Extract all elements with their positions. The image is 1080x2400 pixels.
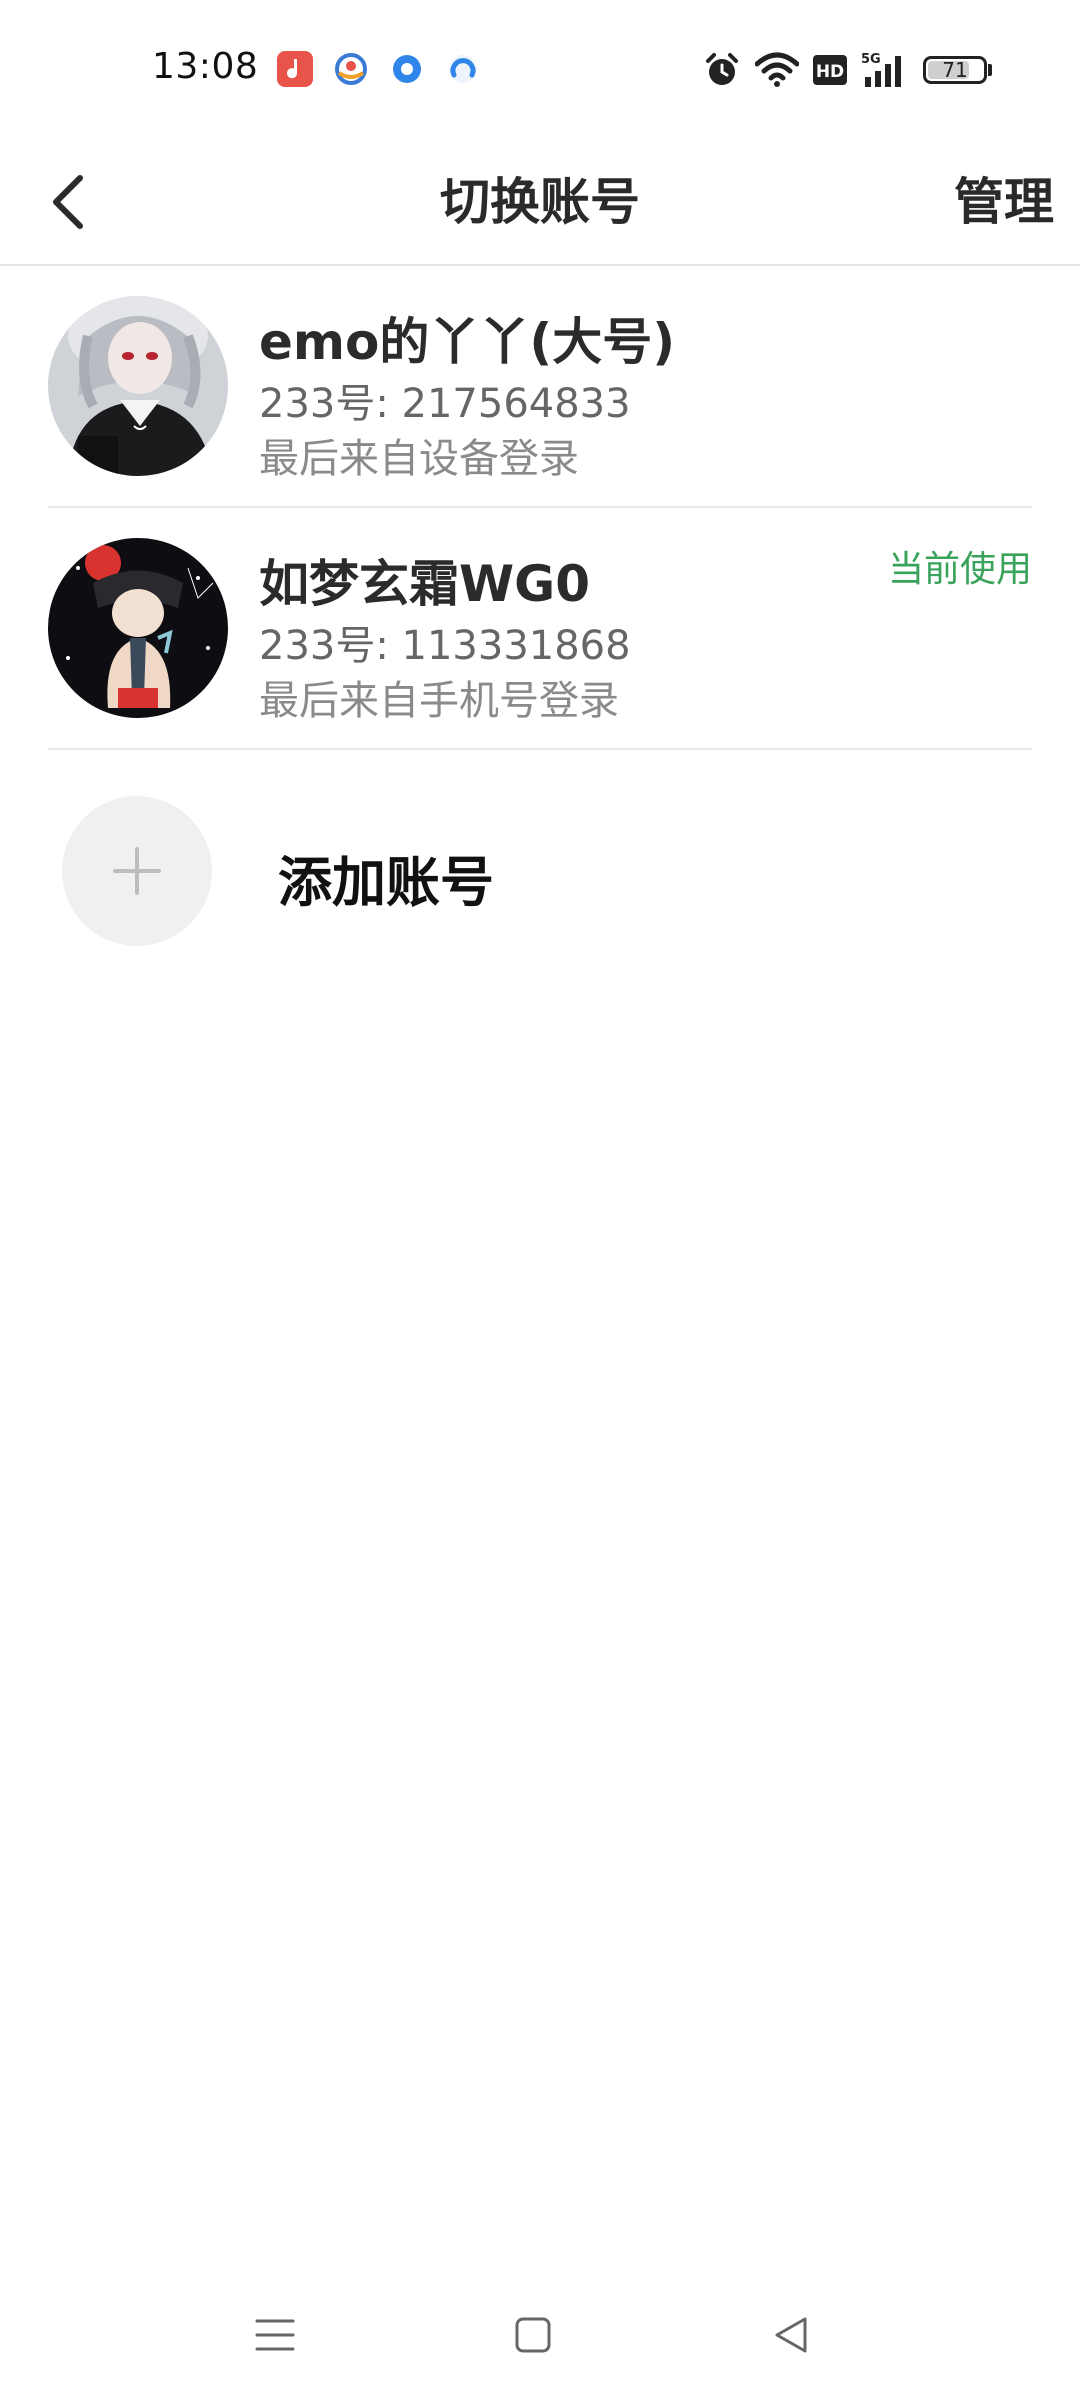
add-account-button[interactable]: 添加账号 — [48, 782, 1032, 962]
status-time: 13:08 — [152, 46, 259, 87]
manage-button[interactable]: 管理 — [954, 158, 1054, 246]
battery-icon: 71 — [923, 50, 992, 90]
browser-app-icon — [332, 50, 370, 88]
home-icon[interactable] — [498, 2300, 568, 2370]
account-id: 233号: 113331868 — [259, 623, 631, 669]
account-login-source: 最后来自设备登录 — [259, 436, 579, 482]
blue-dot-app-icon — [388, 50, 426, 88]
add-account-label: 添加账号 — [278, 851, 494, 914]
account-name: 如梦玄霜WG0 — [259, 555, 590, 613]
account-id: 233号: 217564833 — [259, 381, 631, 427]
avatar — [48, 296, 228, 476]
qq-browser-app-icon — [444, 50, 482, 88]
notification-icons — [276, 50, 482, 88]
account-item[interactable]: emo的丫丫(大号) 233号: 217564833 最后来自设备登录 — [48, 266, 1032, 508]
wifi-icon — [755, 50, 799, 90]
status-bar: 13:08 HD 5G 71 — [0, 0, 1080, 140]
switch-account-screen: 13:08 HD 5G 71 切换账号 管理 emo的丫丫(大号) 233号: … — [0, 0, 1080, 2400]
account-list: emo的丫丫(大号) 233号: 217564833 最后来自设备登录 如梦玄霜… — [0, 266, 1080, 750]
account-name: emo的丫丫(大号) — [259, 313, 676, 371]
header-bar: 切换账号 管理 — [0, 140, 1080, 266]
system-nav-bar — [0, 2270, 1080, 2400]
alarm-icon — [703, 50, 741, 90]
avatar — [48, 538, 228, 718]
current-account-badge: 当前使用 — [887, 549, 1032, 590]
add-account-circle — [62, 796, 212, 946]
page-title: 切换账号 — [440, 173, 640, 231]
back-icon[interactable] — [756, 2300, 826, 2370]
5g-signal-icon: 5G — [861, 50, 909, 90]
hd-icon: HD — [813, 50, 847, 90]
account-item[interactable]: 如梦玄霜WG0 233号: 113331868 最后来自手机号登录 当前使用 — [48, 508, 1032, 750]
network-label: 5G — [861, 52, 881, 67]
system-status-icons: HD 5G 71 — [703, 50, 992, 90]
hd-label: HD — [816, 62, 844, 82]
battery-level: 71 — [942, 58, 968, 82]
menu-icon[interactable] — [240, 2300, 310, 2370]
account-login-source: 最后来自手机号登录 — [259, 678, 619, 724]
music-app-icon — [276, 50, 314, 88]
plus-icon — [113, 847, 161, 895]
